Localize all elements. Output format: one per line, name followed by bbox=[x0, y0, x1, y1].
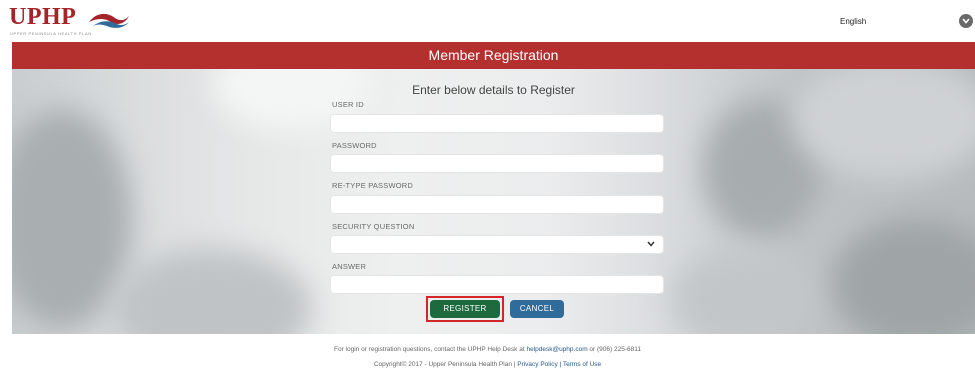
terms-of-use-link[interactable]: Terms of Use bbox=[563, 361, 601, 368]
logo-wave-icon bbox=[89, 13, 129, 28]
logo-subtitle: UPPER PENINSULA HEALTH PLAN bbox=[10, 31, 92, 36]
background-photo-shape bbox=[112, 249, 312, 334]
form-heading: Enter below details to Register bbox=[412, 83, 575, 97]
footer-help-suffix: or (906) 225-6811 bbox=[587, 346, 641, 353]
background-photo-shape bbox=[832, 219, 975, 334]
answer-input[interactable] bbox=[330, 275, 664, 294]
footer-copyright: Copyright© 2017 - Upper Peninsula Health… bbox=[0, 361, 975, 368]
cancel-button[interactable]: CANCEL bbox=[510, 300, 564, 318]
chevron-down-icon bbox=[647, 241, 655, 247]
copyright-text: Copyright© 2017 - Upper Peninsula Health… bbox=[373, 361, 518, 368]
page-title: Member Registration bbox=[428, 47, 559, 63]
user-id-label: USER ID bbox=[332, 100, 364, 109]
password-input[interactable] bbox=[330, 154, 664, 173]
helpdesk-email-link[interactable]: helpdesk@uphp.com bbox=[526, 346, 587, 353]
logo-text: UPHP bbox=[9, 4, 77, 30]
privacy-policy-link[interactable]: Privacy Policy bbox=[517, 361, 557, 368]
background-photo-shape bbox=[672, 249, 812, 334]
register-button[interactable]: REGISTER bbox=[430, 300, 500, 318]
chevron-down-icon[interactable] bbox=[959, 14, 973, 28]
answer-label: ANSWER bbox=[332, 262, 367, 271]
top-bar: UPHP UPPER PENINSULA HEALTH PLAN English bbox=[0, 0, 975, 42]
security-question-label: SECURITY QUESTION bbox=[332, 222, 415, 231]
page-title-banner: Member Registration bbox=[12, 42, 975, 69]
language-select[interactable]: English bbox=[836, 12, 956, 32]
footer-help-prefix: For login or registration questions, con… bbox=[334, 346, 527, 353]
security-question-select[interactable] bbox=[330, 235, 664, 254]
footer-help-text: For login or registration questions, con… bbox=[0, 346, 975, 353]
retype-password-label: RE-TYPE PASSWORD bbox=[332, 181, 413, 190]
retype-password-input[interactable] bbox=[330, 195, 664, 214]
user-id-input[interactable] bbox=[330, 114, 664, 133]
registration-page: UPHP UPPER PENINSULA HEALTH PLAN English… bbox=[0, 0, 975, 371]
registration-hero: Enter below details to Register USER ID … bbox=[12, 69, 975, 334]
password-label: PASSWORD bbox=[332, 141, 377, 150]
uphp-logo[interactable]: UPHP UPPER PENINSULA HEALTH PLAN bbox=[9, 4, 139, 38]
